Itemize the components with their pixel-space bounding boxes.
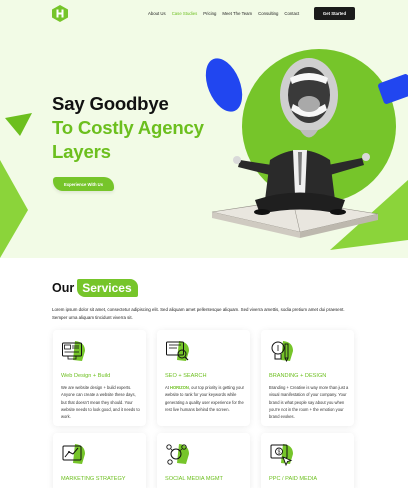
service-card-seo-search[interactable]: SEO + SEARCH At HORIZON, our top priorit… <box>157 330 250 426</box>
marketing-strategy-icon <box>62 444 85 464</box>
service-card-title: MARKETING STRATEGY <box>61 476 126 482</box>
main-nav: About Us Case Studies Pricing Meet The T… <box>148 11 299 16</box>
services-title: Our Services <box>52 279 138 297</box>
hero-heading-line2: To Costly Agency <box>52 117 204 138</box>
nav-consulting[interactable]: Consulting <box>258 11 278 16</box>
nav-pricing[interactable]: Pricing <box>203 11 216 16</box>
horizon-logo-icon[interactable] <box>52 5 68 22</box>
service-card-branding[interactable]: BRANDING + DESIGN Branding + Creative is… <box>261 330 354 426</box>
decor-triangle-small <box>5 113 32 136</box>
experience-with-us-button[interactable]: Experience With Us <box>53 177 114 191</box>
get-started-button[interactable]: Get Started <box>314 7 355 20</box>
ppc-paid-media-icon: $ <box>270 444 293 467</box>
service-card-title: SOCIAL MEDIA MGMT <box>165 476 223 482</box>
services-title-plain: Our <box>52 281 75 295</box>
seo-search-icon <box>166 341 189 361</box>
hero-heading-line3: Layers <box>52 141 111 162</box>
decor-blue-blob <box>205 58 243 112</box>
nav-meet-the-team[interactable]: Meet The Team <box>222 11 252 16</box>
service-card-description: We are website design + build experts. A… <box>61 385 140 420</box>
service-card-description: At HORIZON, our top priority is getting … <box>165 385 244 412</box>
hero-heading: Say Goodbye To Costly Agency Layers <box>52 92 204 164</box>
svg-text:$: $ <box>278 449 281 455</box>
service-card-title: Web Design + Build <box>61 373 111 379</box>
service-card-title: SEO + SEARCH <box>165 373 207 379</box>
website-design-icon <box>62 341 85 361</box>
branding-design-icon <box>271 341 293 363</box>
social-media-icon <box>166 444 189 465</box>
nav-contact[interactable]: Contact <box>284 11 299 16</box>
service-card-ppc-paid-media[interactable]: $ PPC / PAID MEDIA <box>261 433 354 488</box>
service-card-title: PPC / PAID MEDIA <box>269 476 318 482</box>
nav-about-us[interactable]: About Us <box>148 11 166 16</box>
service-card-description: Branding + Creative is way more than jus… <box>269 385 349 420</box>
service-card-social-media[interactable]: SOCIAL MEDIA MGMT <box>157 433 250 488</box>
hero-section: About Us Case Studies Pricing Meet The T… <box>0 0 408 258</box>
decor-triangle-left <box>0 160 28 258</box>
hero-heading-line1: Say Goodbye <box>52 93 169 114</box>
services-title-highlight: Services <box>77 279 138 297</box>
service-card-web-design[interactable]: Web Design + Build We are website design… <box>53 330 146 426</box>
nav-case-studies[interactable]: Case Studies <box>172 11 198 16</box>
service-card-title: BRANDING + DESIGN <box>269 373 327 379</box>
services-description: Lorem ipsum dolor sit amet, consectetur … <box>52 307 345 320</box>
service-card-marketing-strategy[interactable]: MARKETING STRATEGY <box>53 433 146 488</box>
